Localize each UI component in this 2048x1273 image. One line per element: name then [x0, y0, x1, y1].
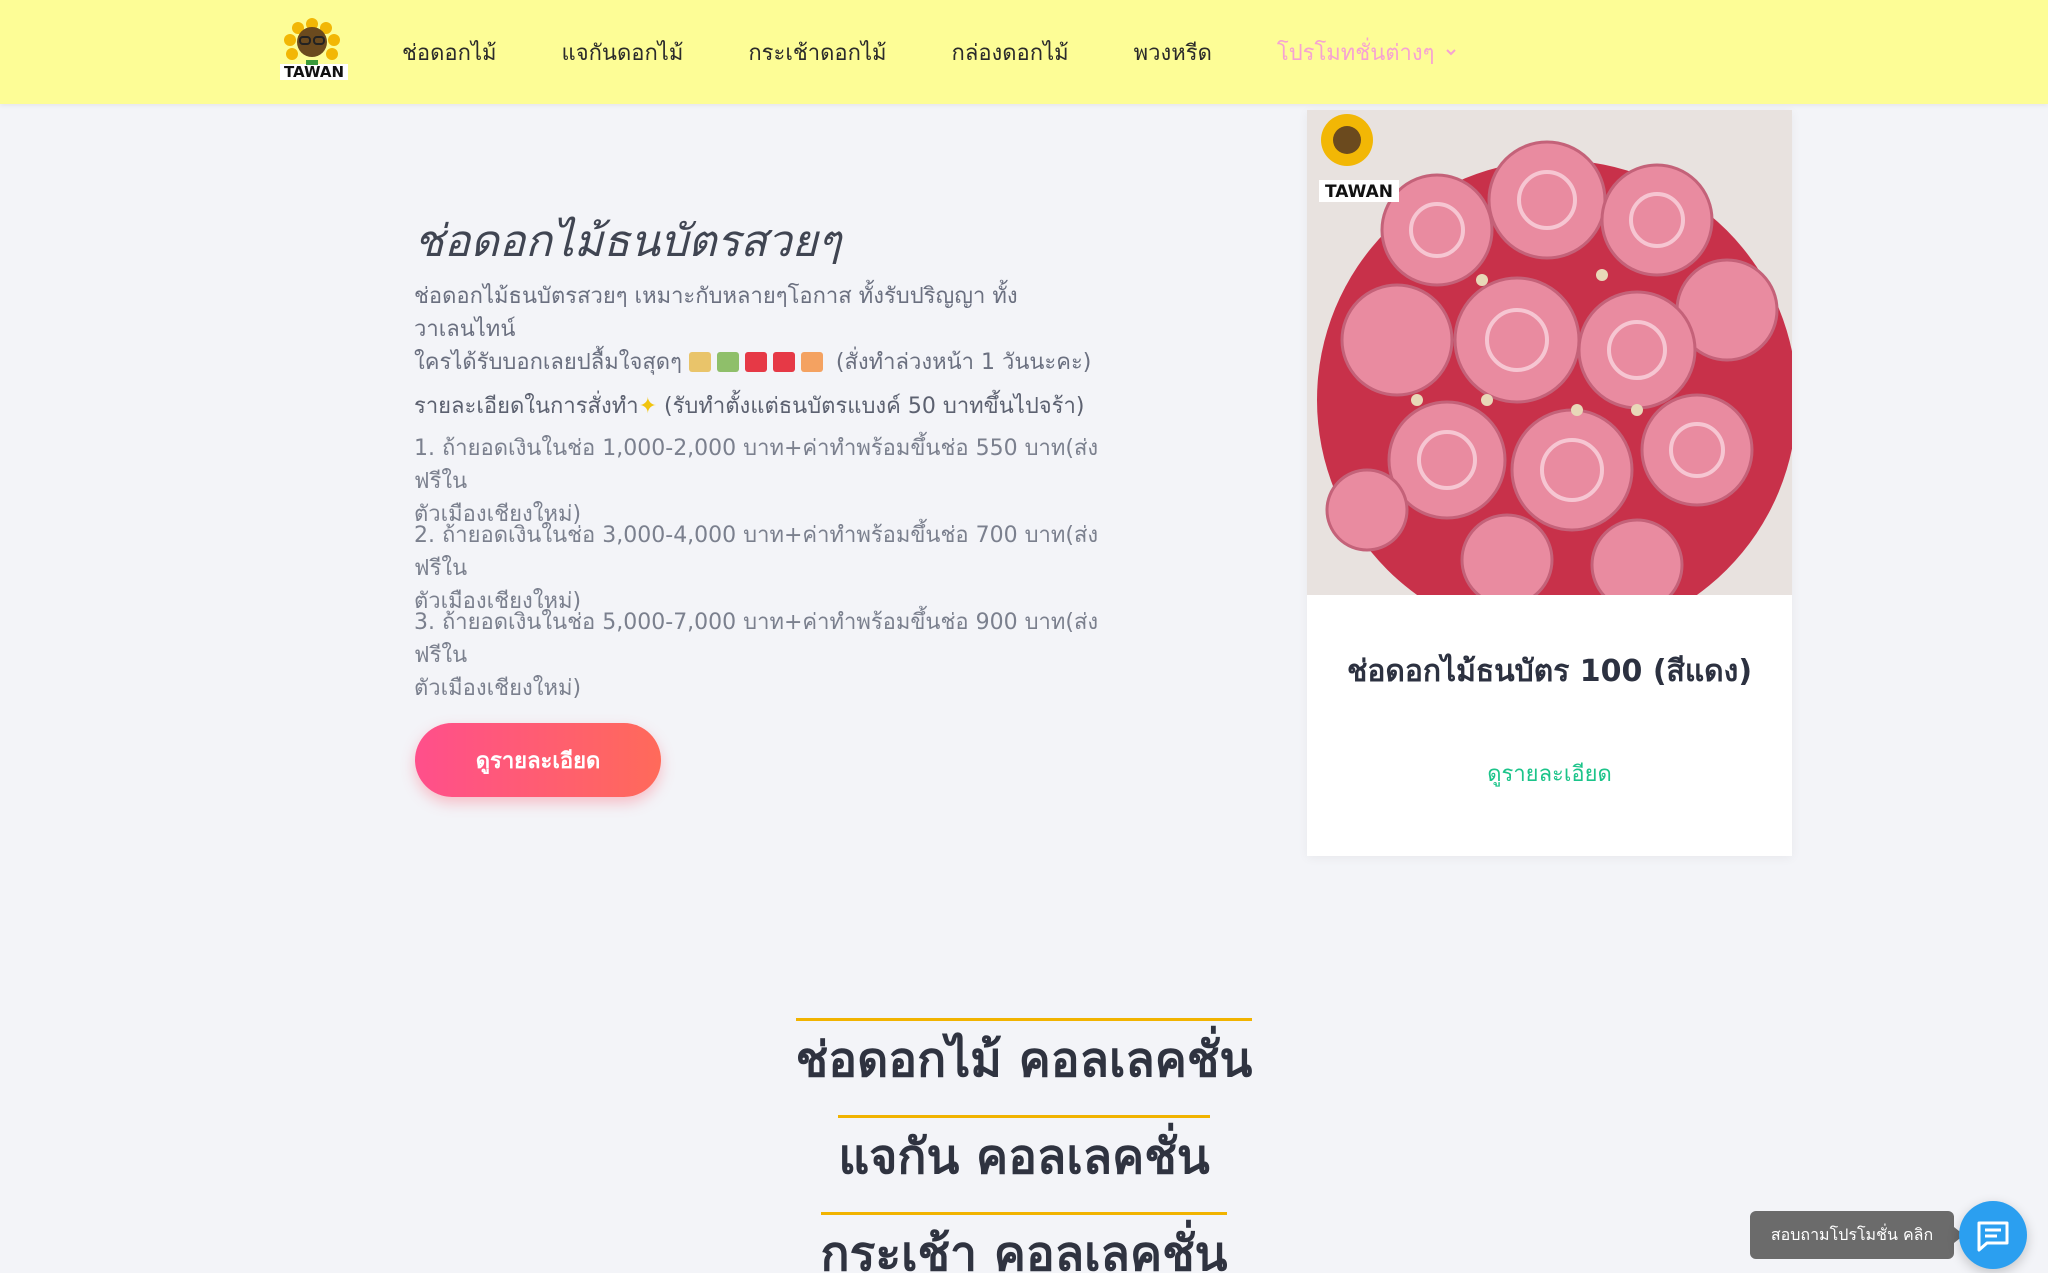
chevron-down-icon	[1446, 49, 1457, 56]
chat-bubble-icon	[1977, 1221, 2009, 1252]
top-nav-bar: TAWAN ช่อดอกไม้ แจกันดอกไม้ กระเช้าดอกไม…	[0, 0, 2048, 104]
product-image[interactable]: TAWAN	[1307, 110, 1792, 595]
collection-heading-text: กระเช้า คอลเลคชั่น	[820, 1212, 1227, 1273]
nav-item-vase[interactable]: แจกันดอกไม้	[562, 35, 684, 70]
order-detail-line: 3. ถ้ายอดเงินในช่อ 5,000-7,000 บาท+ค่าทำ…	[414, 610, 1099, 668]
collection-heading-vase: แจกัน คอลเลคชั่น	[0, 1115, 2048, 1195]
description-line-2-text: ใครได้รับบอกเลยปลื้มใจสุดๆ	[414, 350, 682, 375]
nav-item-bouquet[interactable]: ช่อดอกไม้	[402, 35, 497, 70]
order-details-heading: รายละเอียดในการสั่งทำ✦ (รับทำตั้งแต่ธนบั…	[414, 388, 1134, 423]
nav-item-basket[interactable]: กระเช้าดอกไม้	[748, 35, 886, 70]
description-line-2-note: (สั่งทำล่วงหน้า 1 วันนะคะ)	[835, 350, 1092, 375]
money-wings-emoji-icon	[716, 352, 739, 372]
gift-emoji-icon	[772, 352, 795, 372]
main-nav: ช่อดอกไม้ แจกันดอกไม้ กระเช้าดอกไม้ กล่อ…	[402, 0, 1458, 104]
collection-heading-text: ช่อดอกไม้ คอลเลคชั่น	[795, 1018, 1252, 1098]
order-detail-item: 1. ถ้ายอดเงินในช่อ 1,000-2,000 บาท+ค่าทำ…	[414, 432, 1114, 531]
sparkles-icon: ✦	[638, 394, 658, 419]
svg-text:TAWAN: TAWAN	[1325, 182, 1393, 202]
collection-heading-basket: กระเช้า คอลเลคชั่น	[0, 1212, 2048, 1273]
svg-text:TAWAN: TAWAN	[284, 63, 344, 81]
money-rose-bouquet-image: TAWAN	[1307, 110, 1792, 595]
tawan-logo[interactable]: TAWAN	[278, 16, 350, 88]
gift-emoji-icon	[744, 352, 767, 372]
product-card-details-link[interactable]: ดูรายละเอียด	[1307, 756, 1792, 791]
product-title: ช่อดอกไม้ธนบัตรสวยๆ	[414, 216, 842, 267]
order-detail-item: 2. ถ้ายอดเงินในช่อ 3,000-4,000 บาท+ค่าทำ…	[414, 519, 1114, 618]
product-card: TAWAN	[1307, 110, 1792, 856]
order-detail-line: 2. ถ้ายอดเงินในช่อ 3,000-4,000 บาท+ค่าทำ…	[414, 523, 1099, 581]
description-line-2: ใครได้รับบอกเลยปลื้มใจสุดๆ (สั่งทำล่วงหน…	[414, 346, 1104, 379]
chat-promo-label[interactable]: สอบถามโปรโมชั่น คลิก	[1750, 1211, 1964, 1259]
view-details-button[interactable]: ดูรายละเอียด	[415, 723, 661, 797]
description-line-1: ช่อดอกไม้ธนบัตรสวยๆ เหมาะกับหลายๆโอกาส ท…	[414, 284, 1018, 342]
chat-button[interactable]	[1959, 1201, 2027, 1269]
nav-item-promotions-label: โปรโมทชั่นต่างๆ	[1276, 40, 1435, 66]
order-details-heading-text: รายละเอียดในการสั่งทำ	[414, 394, 639, 419]
nav-item-promotions[interactable]: โปรโมทชั่นต่างๆ	[1277, 35, 1459, 70]
order-detail-line: ตัวเมืองเชียงใหม่)	[414, 676, 582, 701]
nav-item-wreath[interactable]: พวงหรีด	[1134, 35, 1212, 70]
collection-heading-text: แจกัน คอลเลคชั่น	[838, 1115, 1210, 1195]
money-emoji-icon	[688, 352, 711, 372]
collection-heading-bouquet: ช่อดอกไม้ คอลเลคชั่น	[0, 1018, 2048, 1098]
order-details-note: (รับทำตั้งแต่ธนบัตรแบงค์ 50 บาทขึ้นไปจร้…	[664, 394, 1085, 419]
order-detail-line: 1. ถ้ายอดเงินในช่อ 1,000-2,000 บาท+ค่าทำ…	[414, 436, 1099, 494]
sunflower-logo-icon: TAWAN	[280, 18, 348, 81]
order-detail-item: 3. ถ้ายอดเงินในช่อ 5,000-7,000 บาท+ค่าทำ…	[414, 606, 1114, 705]
nav-item-flower-box[interactable]: กล่องดอกไม้	[952, 35, 1069, 70]
party-popper-emoji-icon	[800, 352, 823, 372]
product-card-title[interactable]: ช่อดอกไม้ธนบัตร 100 (สีแดง)	[1307, 648, 1792, 695]
product-description: ช่อดอกไม้ธนบัตรสวยๆ เหมาะกับหลายๆโอกาส ท…	[414, 280, 1104, 379]
